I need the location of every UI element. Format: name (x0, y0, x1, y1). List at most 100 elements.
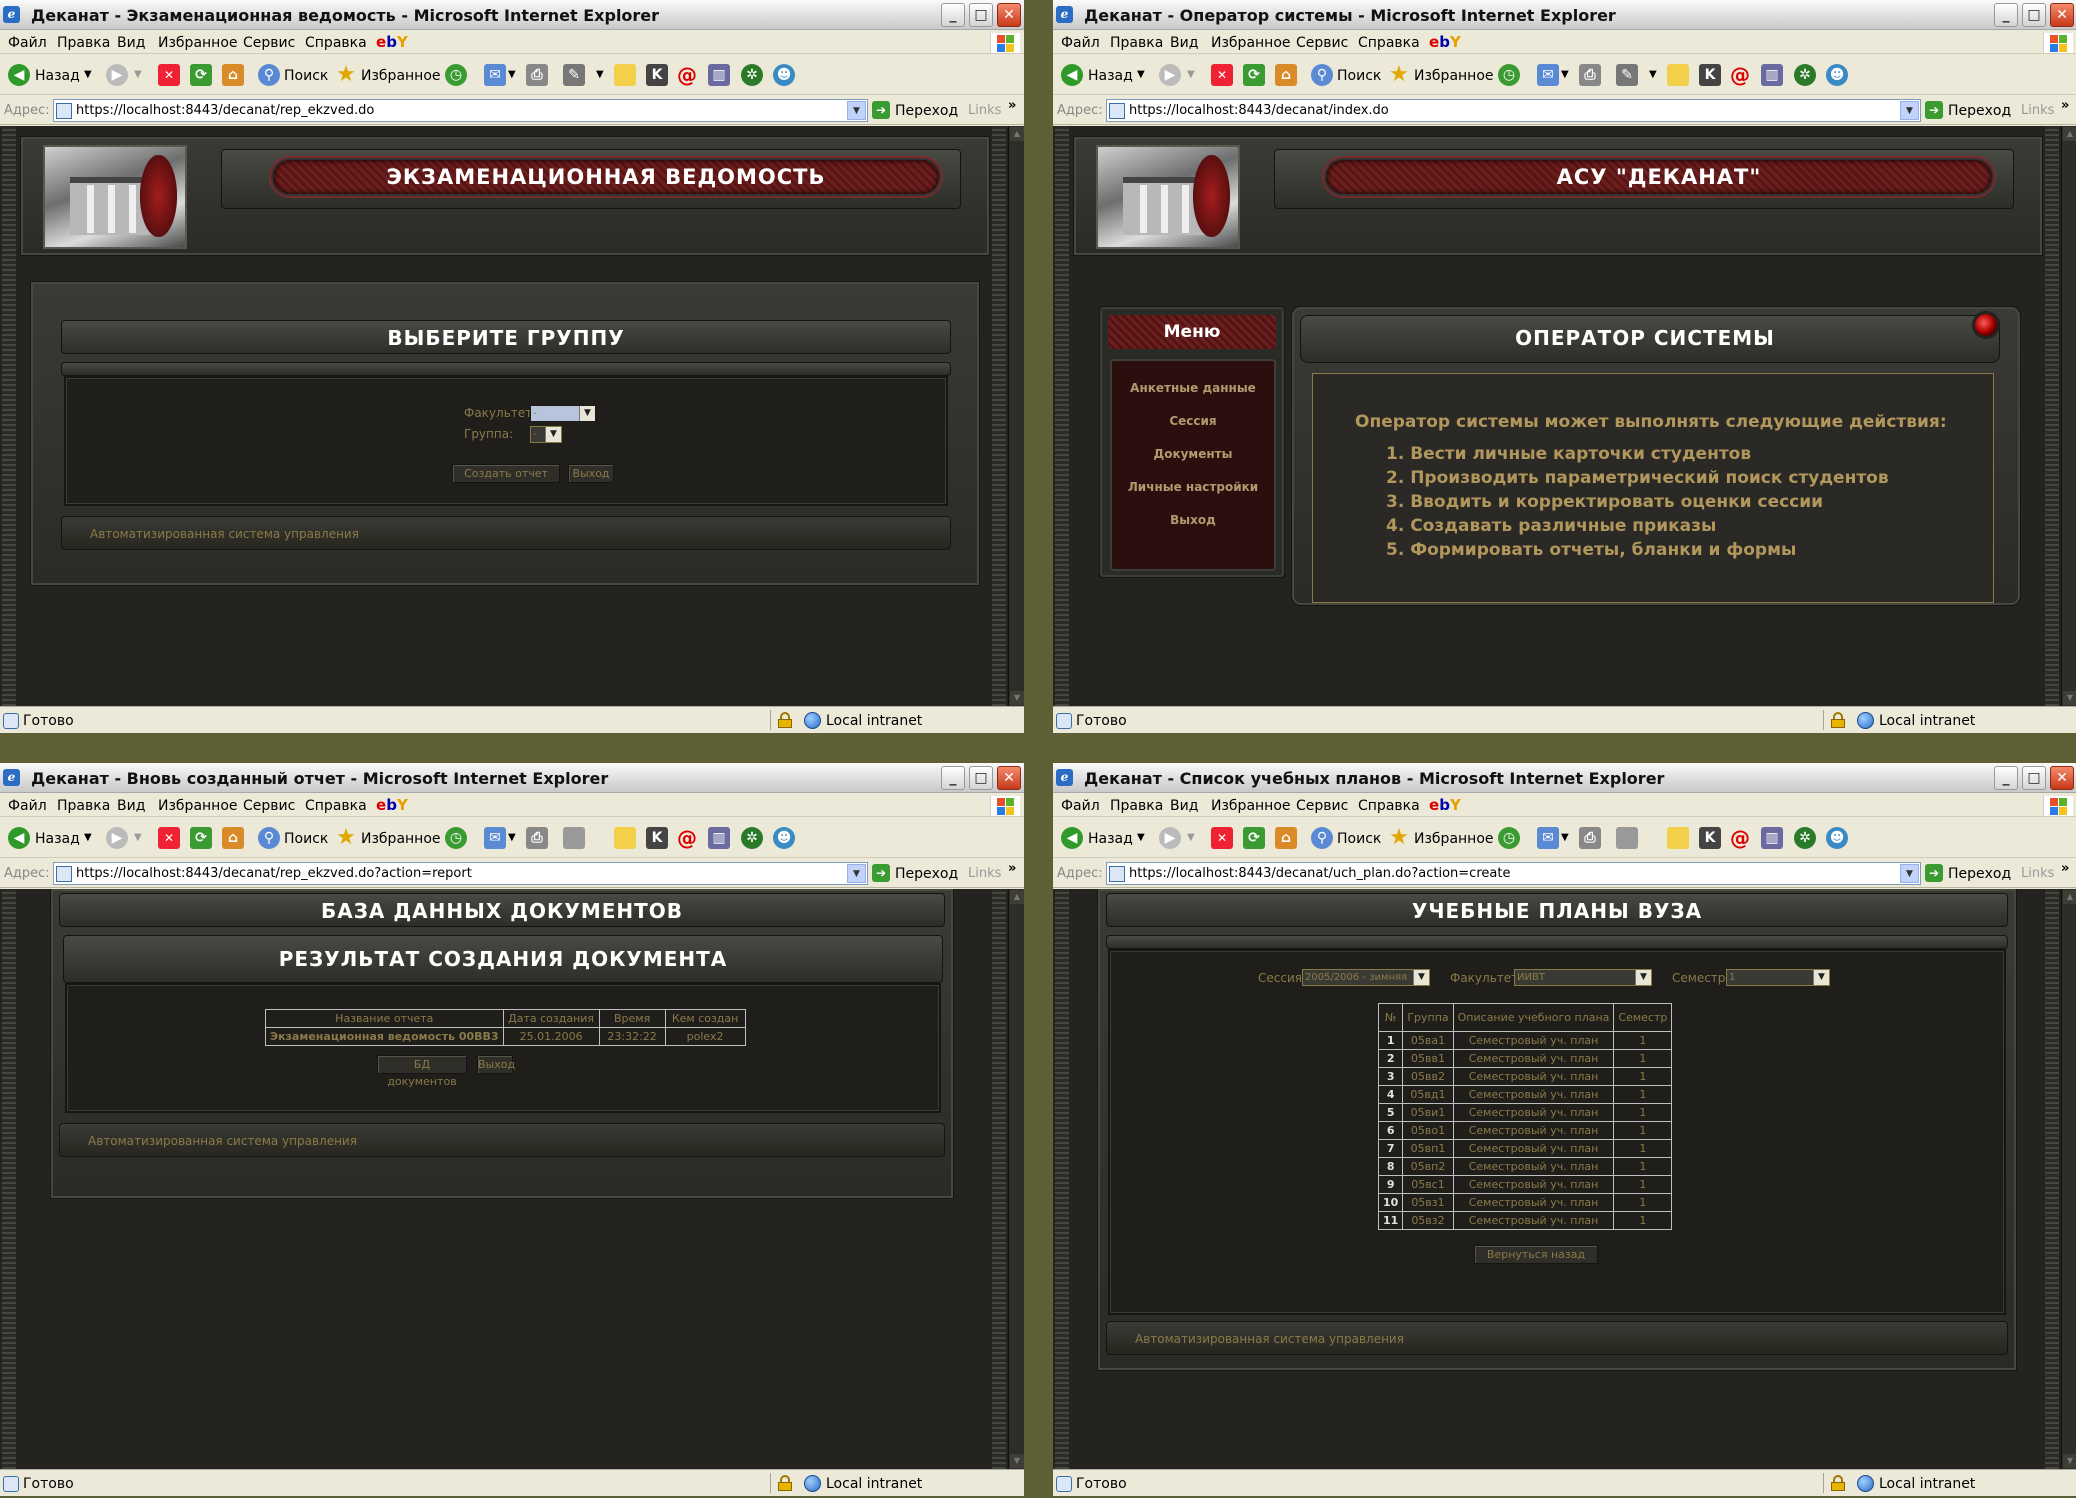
edit-dropdown-icon[interactable]: ▼ (596, 69, 604, 80)
mail-dropdown-icon[interactable]: ▼ (508, 832, 516, 843)
forward-icon[interactable]: ▶ (106, 827, 128, 849)
people-icon[interactable]: ☻ (1826, 64, 1848, 86)
lock-icon[interactable] (1831, 712, 1845, 728)
table-row[interactable]: 4 05вд1 Семестровый уч. план 1 (1377, 1085, 1673, 1104)
menu-help[interactable]: Справка (1358, 35, 1420, 51)
back-icon[interactable]: ◀ (1061, 64, 1083, 86)
back-label[interactable]: Назад (35, 831, 80, 847)
address-url[interactable]: https://localhost:8443/decanat/uch_plan.… (1129, 866, 1510, 881)
history-icon[interactable]: ◷ (1498, 64, 1520, 86)
search-label[interactable]: Поиск (1337, 831, 1381, 847)
mail-dropdown-icon[interactable]: ▼ (508, 69, 516, 80)
address-url[interactable]: https://localhost:8443/decanat/index.do (1129, 103, 1389, 118)
history-icon[interactable]: ◷ (445, 64, 467, 86)
home-icon[interactable]: ⌂ (1275, 64, 1297, 86)
research-icon[interactable]: ▥ (708, 827, 730, 849)
mail-icon[interactable]: ✉ (1537, 64, 1559, 86)
close-button[interactable]: ✕ (997, 766, 1021, 790)
go-button[interactable]: Переход (895, 103, 958, 119)
scroll-up-icon[interactable]: ▲ (1010, 127, 1024, 141)
menu-favorites[interactable]: Избранное (1211, 35, 1291, 51)
forward-dropdown-icon[interactable]: ▼ (1187, 69, 1195, 80)
research-icon[interactable]: ▥ (1761, 64, 1783, 86)
maximize-button[interactable]: □ (2022, 766, 2046, 790)
favorites-star-icon[interactable]: ★ (335, 827, 357, 849)
go-arrow-icon[interactable]: ➔ (872, 864, 890, 882)
group-select[interactable]: - ▼ (530, 426, 562, 443)
history-icon[interactable]: ◷ (445, 827, 467, 849)
k-icon[interactable]: K (1699, 827, 1721, 849)
table-row[interactable]: 8 05вп2 Семестровый уч. план 1 (1377, 1157, 1673, 1176)
menu-file[interactable]: Файл (1061, 798, 1100, 814)
menu-help[interactable]: Справка (1358, 798, 1420, 814)
address-input[interactable]: https://localhost:8443/decanat/uch_plan.… (1106, 862, 1921, 885)
mail-dropdown-icon[interactable]: ▼ (1561, 832, 1569, 843)
menu-favorites[interactable]: Избранное (158, 35, 238, 51)
menu-favorites[interactable]: Избранное (158, 798, 238, 814)
menu-tools[interactable]: Сервис (243, 798, 295, 814)
links-label[interactable]: Links (2021, 103, 2054, 118)
search-icon[interactable]: ⚲ (1311, 64, 1333, 86)
close-button[interactable]: ✕ (2050, 766, 2074, 790)
address-input[interactable]: https://localhost:8443/decanat/index.do … (1106, 99, 1921, 122)
back-dropdown-icon[interactable]: ▼ (84, 69, 92, 80)
cell-report-name[interactable]: Экзаменационная ведомость 00ВВ3 (265, 1027, 504, 1046)
address-url[interactable]: https://localhost:8443/decanat/rep_ekzve… (76, 103, 374, 118)
title-bar[interactable]: e Деканат - Вновь созданный отчет - Micr… (0, 763, 1024, 793)
back-label[interactable]: Назад (35, 68, 80, 84)
messenger-icon[interactable]: ✲ (741, 827, 763, 849)
back-label[interactable]: Назад (1088, 831, 1133, 847)
menu-item-settings[interactable]: Личные настройки (1112, 480, 1274, 494)
notes-icon[interactable] (614, 64, 636, 86)
back-icon[interactable]: ◀ (1061, 827, 1083, 849)
home-icon[interactable]: ⌂ (222, 827, 244, 849)
vertical-scrollbar[interactable]: ▲ ▼ (2061, 889, 2076, 1469)
favorites-label[interactable]: Избранное (1414, 831, 1494, 847)
menu-view[interactable]: Вид (1170, 798, 1198, 814)
minimize-button[interactable]: _ (941, 3, 965, 27)
people-icon[interactable]: ☻ (773, 64, 795, 86)
scroll-up-icon[interactable]: ▲ (1010, 890, 1024, 904)
chevron-down-icon[interactable]: ▼ (1413, 970, 1429, 985)
forward-dropdown-icon[interactable]: ▼ (1187, 832, 1195, 843)
vertical-scrollbar[interactable]: ▲ ▼ (1008, 126, 1024, 706)
maximize-button[interactable]: □ (969, 3, 993, 27)
print-icon[interactable]: ⎙ (526, 64, 548, 86)
title-bar[interactable]: e Деканат - Оператор системы - Microsoft… (1053, 0, 2076, 30)
minimize-button[interactable]: _ (1994, 3, 2018, 27)
home-icon[interactable]: ⌂ (222, 64, 244, 86)
k-icon[interactable]: K (646, 64, 668, 86)
menu-item-documents[interactable]: Документы (1112, 447, 1274, 461)
menu-file[interactable]: Файл (8, 798, 47, 814)
maximize-button[interactable]: □ (2022, 3, 2046, 27)
links-chevron-icon[interactable]: » (2061, 861, 2069, 876)
scroll-down-icon[interactable]: ▼ (1010, 1454, 1024, 1468)
title-bar[interactable]: e Деканат - Экзаменационная ведомость - … (0, 0, 1024, 30)
table-row[interactable]: 2 05вв1 Семестровый уч. план 1 (1377, 1049, 1673, 1068)
messenger-icon[interactable]: ✲ (1794, 827, 1816, 849)
forward-dropdown-icon[interactable]: ▼ (134, 69, 142, 80)
forward-icon[interactable]: ▶ (1159, 64, 1181, 86)
notes-icon[interactable] (614, 827, 636, 849)
ebay-icon[interactable]: ebY (376, 796, 408, 814)
maximize-button[interactable]: □ (969, 766, 993, 790)
documents-db-button[interactable]: БД документов (377, 1055, 467, 1088)
favorites-star-icon[interactable]: ★ (335, 64, 357, 86)
people-icon[interactable]: ☻ (773, 827, 795, 849)
refresh-icon[interactable]: ⟳ (1243, 827, 1265, 849)
search-label[interactable]: Поиск (284, 68, 328, 84)
close-button[interactable]: ✕ (997, 3, 1021, 27)
search-icon[interactable]: ⚲ (1311, 827, 1333, 849)
menu-help[interactable]: Справка (305, 35, 367, 51)
back-icon[interactable]: ◀ (8, 827, 30, 849)
vertical-scrollbar[interactable]: ▲ ▼ (1008, 889, 1024, 1469)
menu-edit[interactable]: Правка (1110, 35, 1163, 51)
table-row[interactable]: 6 05во1 Семестровый уч. план 1 (1377, 1121, 1673, 1140)
notes-icon[interactable] (1667, 827, 1689, 849)
go-button[interactable]: Переход (1948, 103, 2011, 119)
favorites-star-icon[interactable]: ★ (1388, 827, 1410, 849)
address-dropdown-icon[interactable]: ▼ (847, 101, 866, 120)
links-label[interactable]: Links (968, 866, 1001, 881)
links-label[interactable]: Links (968, 103, 1001, 118)
chevron-down-icon[interactable]: ▼ (545, 427, 561, 442)
